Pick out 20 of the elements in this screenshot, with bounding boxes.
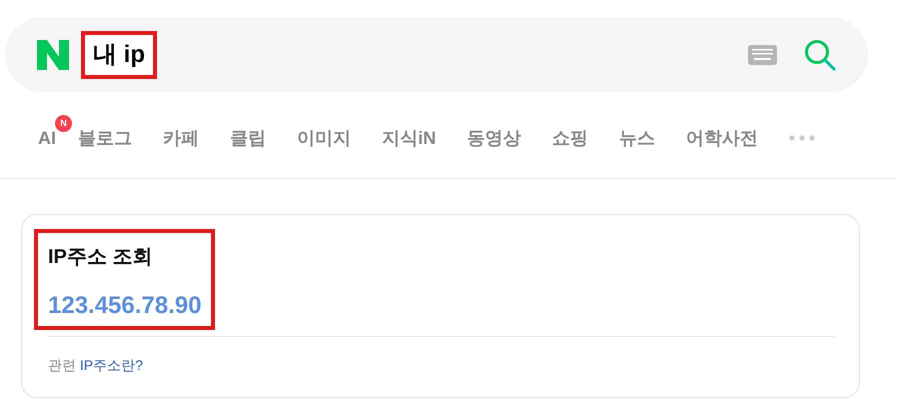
search-tab[interactable]: AI xyxy=(38,128,56,148)
search-tab[interactable]: 이미지 xyxy=(297,128,351,148)
search-tab[interactable]: 쇼핑 xyxy=(552,128,588,148)
search-icon[interactable] xyxy=(804,38,836,70)
keyboard-icon[interactable] xyxy=(748,44,777,64)
search-tab[interactable]: 뉴스 xyxy=(619,128,655,148)
new-badge: N xyxy=(55,114,72,132)
search-query[interactable]: 내 ip xyxy=(81,30,157,78)
card-title: IP주소 조회 xyxy=(48,245,154,270)
related-label: 관련 xyxy=(48,357,76,373)
search-tab[interactable]: 동영상 xyxy=(467,128,521,148)
search-tab[interactable]: 카페 xyxy=(163,128,199,148)
related-link[interactable]: IP주소란? xyxy=(80,357,143,373)
ip-address: 123.456.78.90 xyxy=(48,292,202,320)
logo-icon[interactable] xyxy=(37,40,69,70)
search-tab[interactable]: 지식iN xyxy=(382,128,436,148)
search-tab[interactable]: 어학사전 xyxy=(686,128,758,148)
more-icon[interactable] xyxy=(789,135,815,141)
search-tab[interactable]: 클립 xyxy=(230,128,266,148)
search-tab[interactable]: 블로그 xyxy=(78,128,132,148)
